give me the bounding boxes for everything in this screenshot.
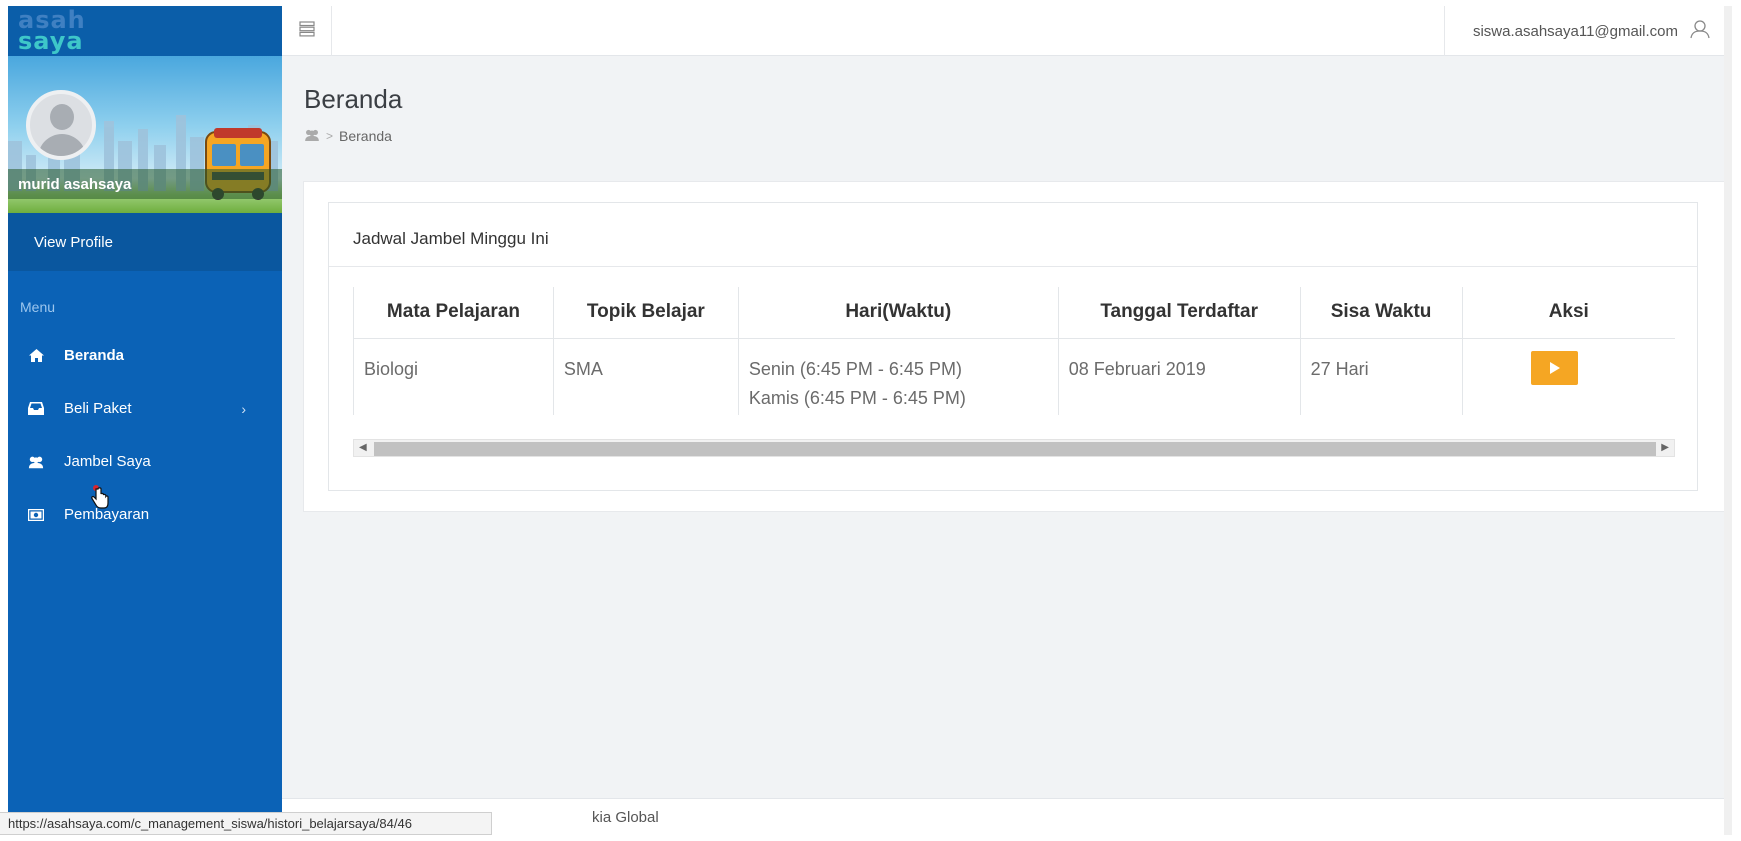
column-header[interactable]: Tanggal Terdaftar [1058,287,1301,339]
cell-registered: 08 Februari 2019 [1058,338,1301,415]
view-profile-link[interactable]: View Profile [8,213,282,271]
hamburger-icon [298,20,315,42]
schedule-table-wrapper: Mata Pelajaran Topik Belajar Hari(Waktu)… [353,287,1675,415]
sidebar-item-label: Beli Paket [64,400,132,417]
horizontal-scrollbar[interactable]: ◀ ▶ [353,439,1675,457]
time-line: Senin (6:45 PM - 6:45 PM) [748,358,962,379]
avatar[interactable] [26,90,96,160]
column-header[interactable]: Sisa Waktu [1300,287,1463,339]
column-header[interactable]: Hari(Waktu) [738,287,1059,339]
logo-line-2: saya [18,27,84,55]
menu-label: Menu [20,299,56,315]
schedule-panel: Jadwal Jambel Minggu Ini Mata Pelajaran … [328,202,1698,491]
time-line: Kamis (6:45 PM - 6:45 PM) [748,387,966,408]
cell-remaining: 27 Hari [1300,338,1463,415]
users-icon [304,128,320,144]
cell-action [1462,338,1675,415]
scrollbar-thumb[interactable] [374,442,1656,456]
breadcrumb-item[interactable]: Beranda [339,128,392,144]
breadcrumb-separator: > [326,129,334,143]
schedule-title: Jadwal Jambel Minggu Ini [329,203,1697,267]
table-row: Biologi SMA Senin (6:45 PM - 6:45 PM) Ka… [353,338,1675,415]
app-frame: asah saya murid asahsaya View Profile Me… [8,6,1724,835]
column-header[interactable]: Aksi [1462,287,1675,339]
username: murid asahsaya [18,176,132,193]
user-icon [1690,19,1710,43]
window-scrollbar[interactable] [1724,6,1732,835]
status-bar-url: https://asahsaya.com/c_management_siswa/… [0,812,492,835]
cell-subject: Biologi [353,338,554,415]
users-icon [28,455,44,469]
profile-banner: murid asahsaya [8,56,282,213]
content-box: Jadwal Jambel Minggu Ini Mata Pelajaran … [303,181,1724,512]
sidebar-item-label: Beranda [64,347,125,364]
chevron-right-icon: › [241,401,246,417]
sidebar-item-pembayaran[interactable]: Pembayaran [8,488,282,541]
column-header[interactable]: Mata Pelajaran [353,287,554,339]
money-icon [28,508,44,522]
sidebar-toggle-button[interactable] [282,6,332,56]
scroll-right-icon[interactable]: ▶ [1661,442,1669,453]
table-header-row: Mata Pelajaran Topik Belajar Hari(Waktu)… [353,287,1675,339]
hand-pointer-cursor-icon [91,485,109,509]
topbar: siswa.asahsaya11@gmail.com [282,6,1724,56]
user-email: siswa.asahsaya11@gmail.com [1472,22,1678,40]
sidebar-item-beranda[interactable]: Beranda [8,329,282,382]
scroll-left-icon[interactable]: ◀ [359,442,367,453]
schedule-table: Mata Pelajaran Topik Belajar Hari(Waktu)… [353,287,1675,415]
home-icon [28,349,44,363]
cell-time: Senin (6:45 PM - 6:45 PM) Kamis (6:45 PM… [738,338,1059,415]
sidebar-item-jambel-saya[interactable]: Jambel Saya [8,435,282,488]
footer: kia Global [282,798,1724,835]
user-menu[interactable]: siswa.asahsaya11@gmail.com [1443,6,1724,56]
logo[interactable]: asah saya [8,6,282,56]
sidebar: asah saya murid asahsaya View Profile Me… [8,6,282,835]
sidebar-item-beli-paket[interactable]: Beli Paket › [8,382,282,435]
cell-topic: SMA [553,338,739,415]
breadcrumb: > Beranda [304,128,392,144]
page-title: Beranda [304,84,403,114]
play-button[interactable] [1530,350,1578,385]
inbox-icon [28,402,44,416]
sidebar-item-label: Jambel Saya [64,453,151,470]
column-header[interactable]: Topik Belajar [553,287,739,339]
